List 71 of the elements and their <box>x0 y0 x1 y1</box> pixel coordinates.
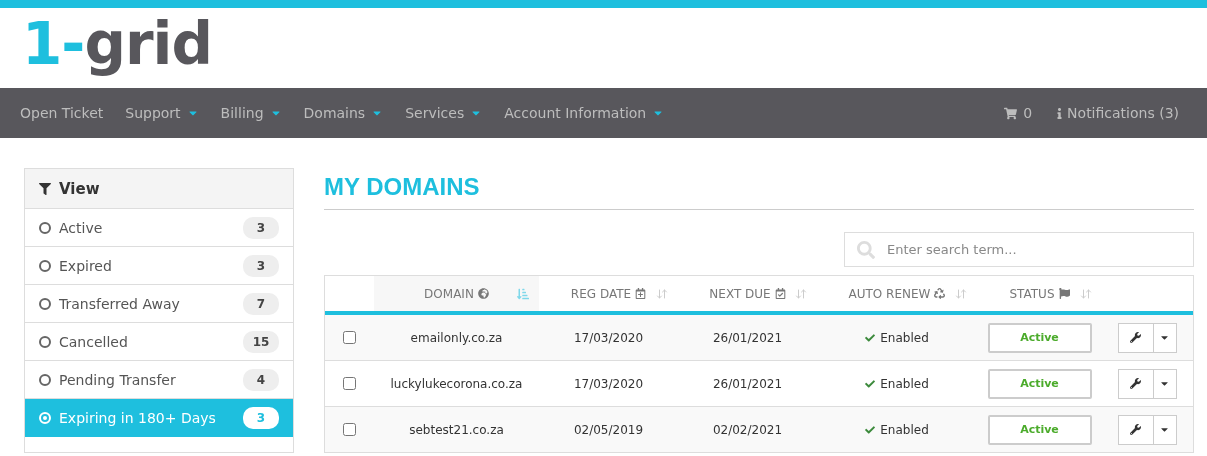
radio-icon <box>39 297 51 310</box>
date-cell-text: 17/03/2020 <box>572 330 645 345</box>
date-cell-text: 02/05/2019 <box>572 422 645 437</box>
notifications-link[interactable]: Notifications (3) <box>1054 105 1179 121</box>
check-icon <box>865 378 876 389</box>
radio-icon <box>39 221 51 234</box>
filter-label: Transferred Away <box>59 295 181 312</box>
nav-link[interactable]: Support <box>125 105 199 121</box>
manage-button[interactable] <box>1117 414 1154 445</box>
filter-label: Active <box>59 219 104 236</box>
filter-label: Expired <box>59 257 113 274</box>
wrench-icon <box>1130 332 1141 343</box>
date-cell-text: 26/01/2021 <box>711 376 784 391</box>
radio-icon <box>39 412 51 424</box>
nav-link[interactable]: Services <box>405 105 483 121</box>
column-icon <box>635 288 647 299</box>
column-icon <box>477 288 489 299</box>
count-badge: 15 <box>243 330 279 353</box>
check-icon <box>865 424 876 435</box>
filter-item[interactable]: Expiring in 180+ Days 3 <box>25 399 293 437</box>
nav-link[interactable]: Domains <box>303 105 384 121</box>
nav-link[interactable]: Account Information <box>504 105 665 121</box>
row-checkbox[interactable] <box>343 377 356 390</box>
auto-renew-text: Enabled <box>880 422 929 437</box>
page-title: MY DOMAINS <box>324 168 1194 210</box>
filter-label: Cancelled <box>59 333 129 350</box>
filter-label: Expiring in 180+ Days <box>59 410 217 426</box>
wrench-icon <box>1130 378 1141 389</box>
column-icon <box>1058 288 1070 299</box>
auto-renew-text: Enabled <box>880 376 929 391</box>
count-badge: 3 <box>243 216 279 239</box>
sort-icon <box>955 288 967 300</box>
status-label: Active <box>987 414 1092 445</box>
cart-icon <box>1004 106 1018 120</box>
date-cell-text: 02/02/2021 <box>711 422 784 437</box>
cart-link[interactable]: 0 <box>1004 105 1033 121</box>
manage-button[interactable] <box>1117 368 1154 399</box>
status-label: Active <box>987 322 1092 353</box>
search-icon <box>857 240 875 259</box>
row-checkbox[interactable] <box>343 423 356 436</box>
count-badge: 3 <box>243 407 279 429</box>
domain-cell-text: sebtest21.co.za <box>408 422 505 437</box>
sort-icon <box>517 288 529 300</box>
row-checkbox[interactable] <box>343 331 356 344</box>
filter-label: Pending Transfer <box>59 371 177 388</box>
count-badge: 7 <box>243 292 279 315</box>
nav-link[interactable]: Open Ticket <box>20 105 104 121</box>
sort-icon <box>656 288 668 300</box>
domain-cell-text: luckylukecorona.co.za <box>389 376 524 391</box>
sort-icon <box>1080 288 1092 300</box>
check-icon <box>865 332 876 343</box>
column-header[interactable]: DOMAIN <box>374 276 539 311</box>
search-field[interactable]: Enter search term... <box>844 232 1194 267</box>
panel-title: View <box>59 179 100 198</box>
sort-icon <box>795 288 807 300</box>
filter-icon <box>39 182 51 195</box>
radio-icon <box>39 373 51 386</box>
auto-renew-text: Enabled <box>880 330 929 345</box>
manage-button[interactable] <box>1117 322 1154 353</box>
date-cell-text: 26/01/2021 <box>711 330 784 345</box>
radio-icon <box>39 259 51 272</box>
count-badge: 3 <box>243 254 279 277</box>
date-cell-text: 17/03/2020 <box>572 376 645 391</box>
column-icon <box>934 288 946 299</box>
radio-icon <box>39 335 51 348</box>
domain-cell-text: emailonly.co.za <box>409 330 504 345</box>
count-badge: 4 <box>243 368 279 391</box>
nav-link[interactable]: Billing <box>220 105 282 121</box>
status-label: Active <box>987 368 1092 399</box>
column-icon <box>774 288 786 299</box>
wrench-icon <box>1130 424 1141 435</box>
